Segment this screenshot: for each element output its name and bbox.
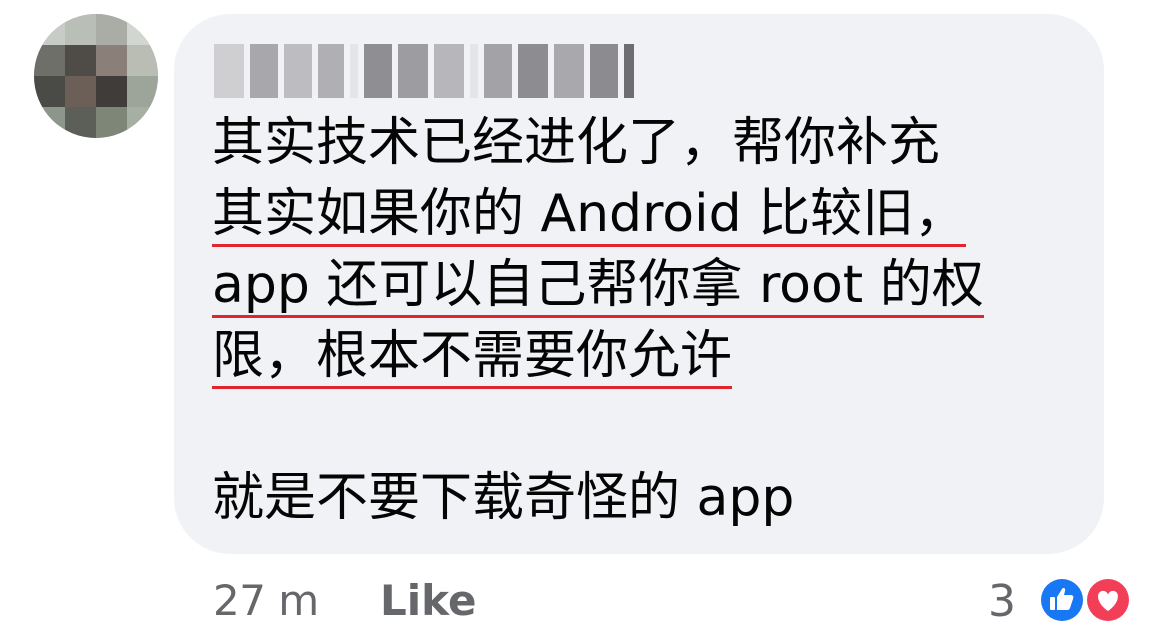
comment-line-underlined: 其实如果你的 Android 比较旧，	[212, 179, 1092, 250]
avatar-image	[34, 14, 158, 138]
like-button[interactable]: Like	[380, 576, 476, 625]
author-name-blurred[interactable]	[214, 44, 634, 98]
comment-line-underlined: app 还可以自己帮你拿 root 的权	[212, 250, 1092, 321]
underline-mark: 其实如果你的 Android 比较旧，	[212, 184, 967, 247]
comment-line-underlined: 限，根本不需要你允许	[212, 321, 1092, 392]
comment-line: 其实技术已经进化了，帮你补充	[212, 113, 941, 173]
underline-mark: app 还可以自己帮你拿 root 的权	[212, 255, 984, 318]
love-icon	[1084, 576, 1132, 624]
comment-line: 就是不要下载奇怪的 app	[212, 468, 795, 528]
timestamp[interactable]: 27 m	[213, 576, 319, 625]
avatar[interactable]	[34, 14, 158, 138]
reaction-summary[interactable]	[1036, 574, 1136, 626]
like-icon	[1038, 576, 1086, 624]
comment-footer: 27 m Like 3	[0, 568, 1170, 634]
comment-text: 其实技术已经进化了，帮你补充 其实如果你的 Android 比较旧， app 还…	[212, 108, 1092, 534]
underline-mark: 限，根本不需要你允许	[212, 326, 733, 389]
reaction-count[interactable]: 3	[988, 576, 1016, 627]
